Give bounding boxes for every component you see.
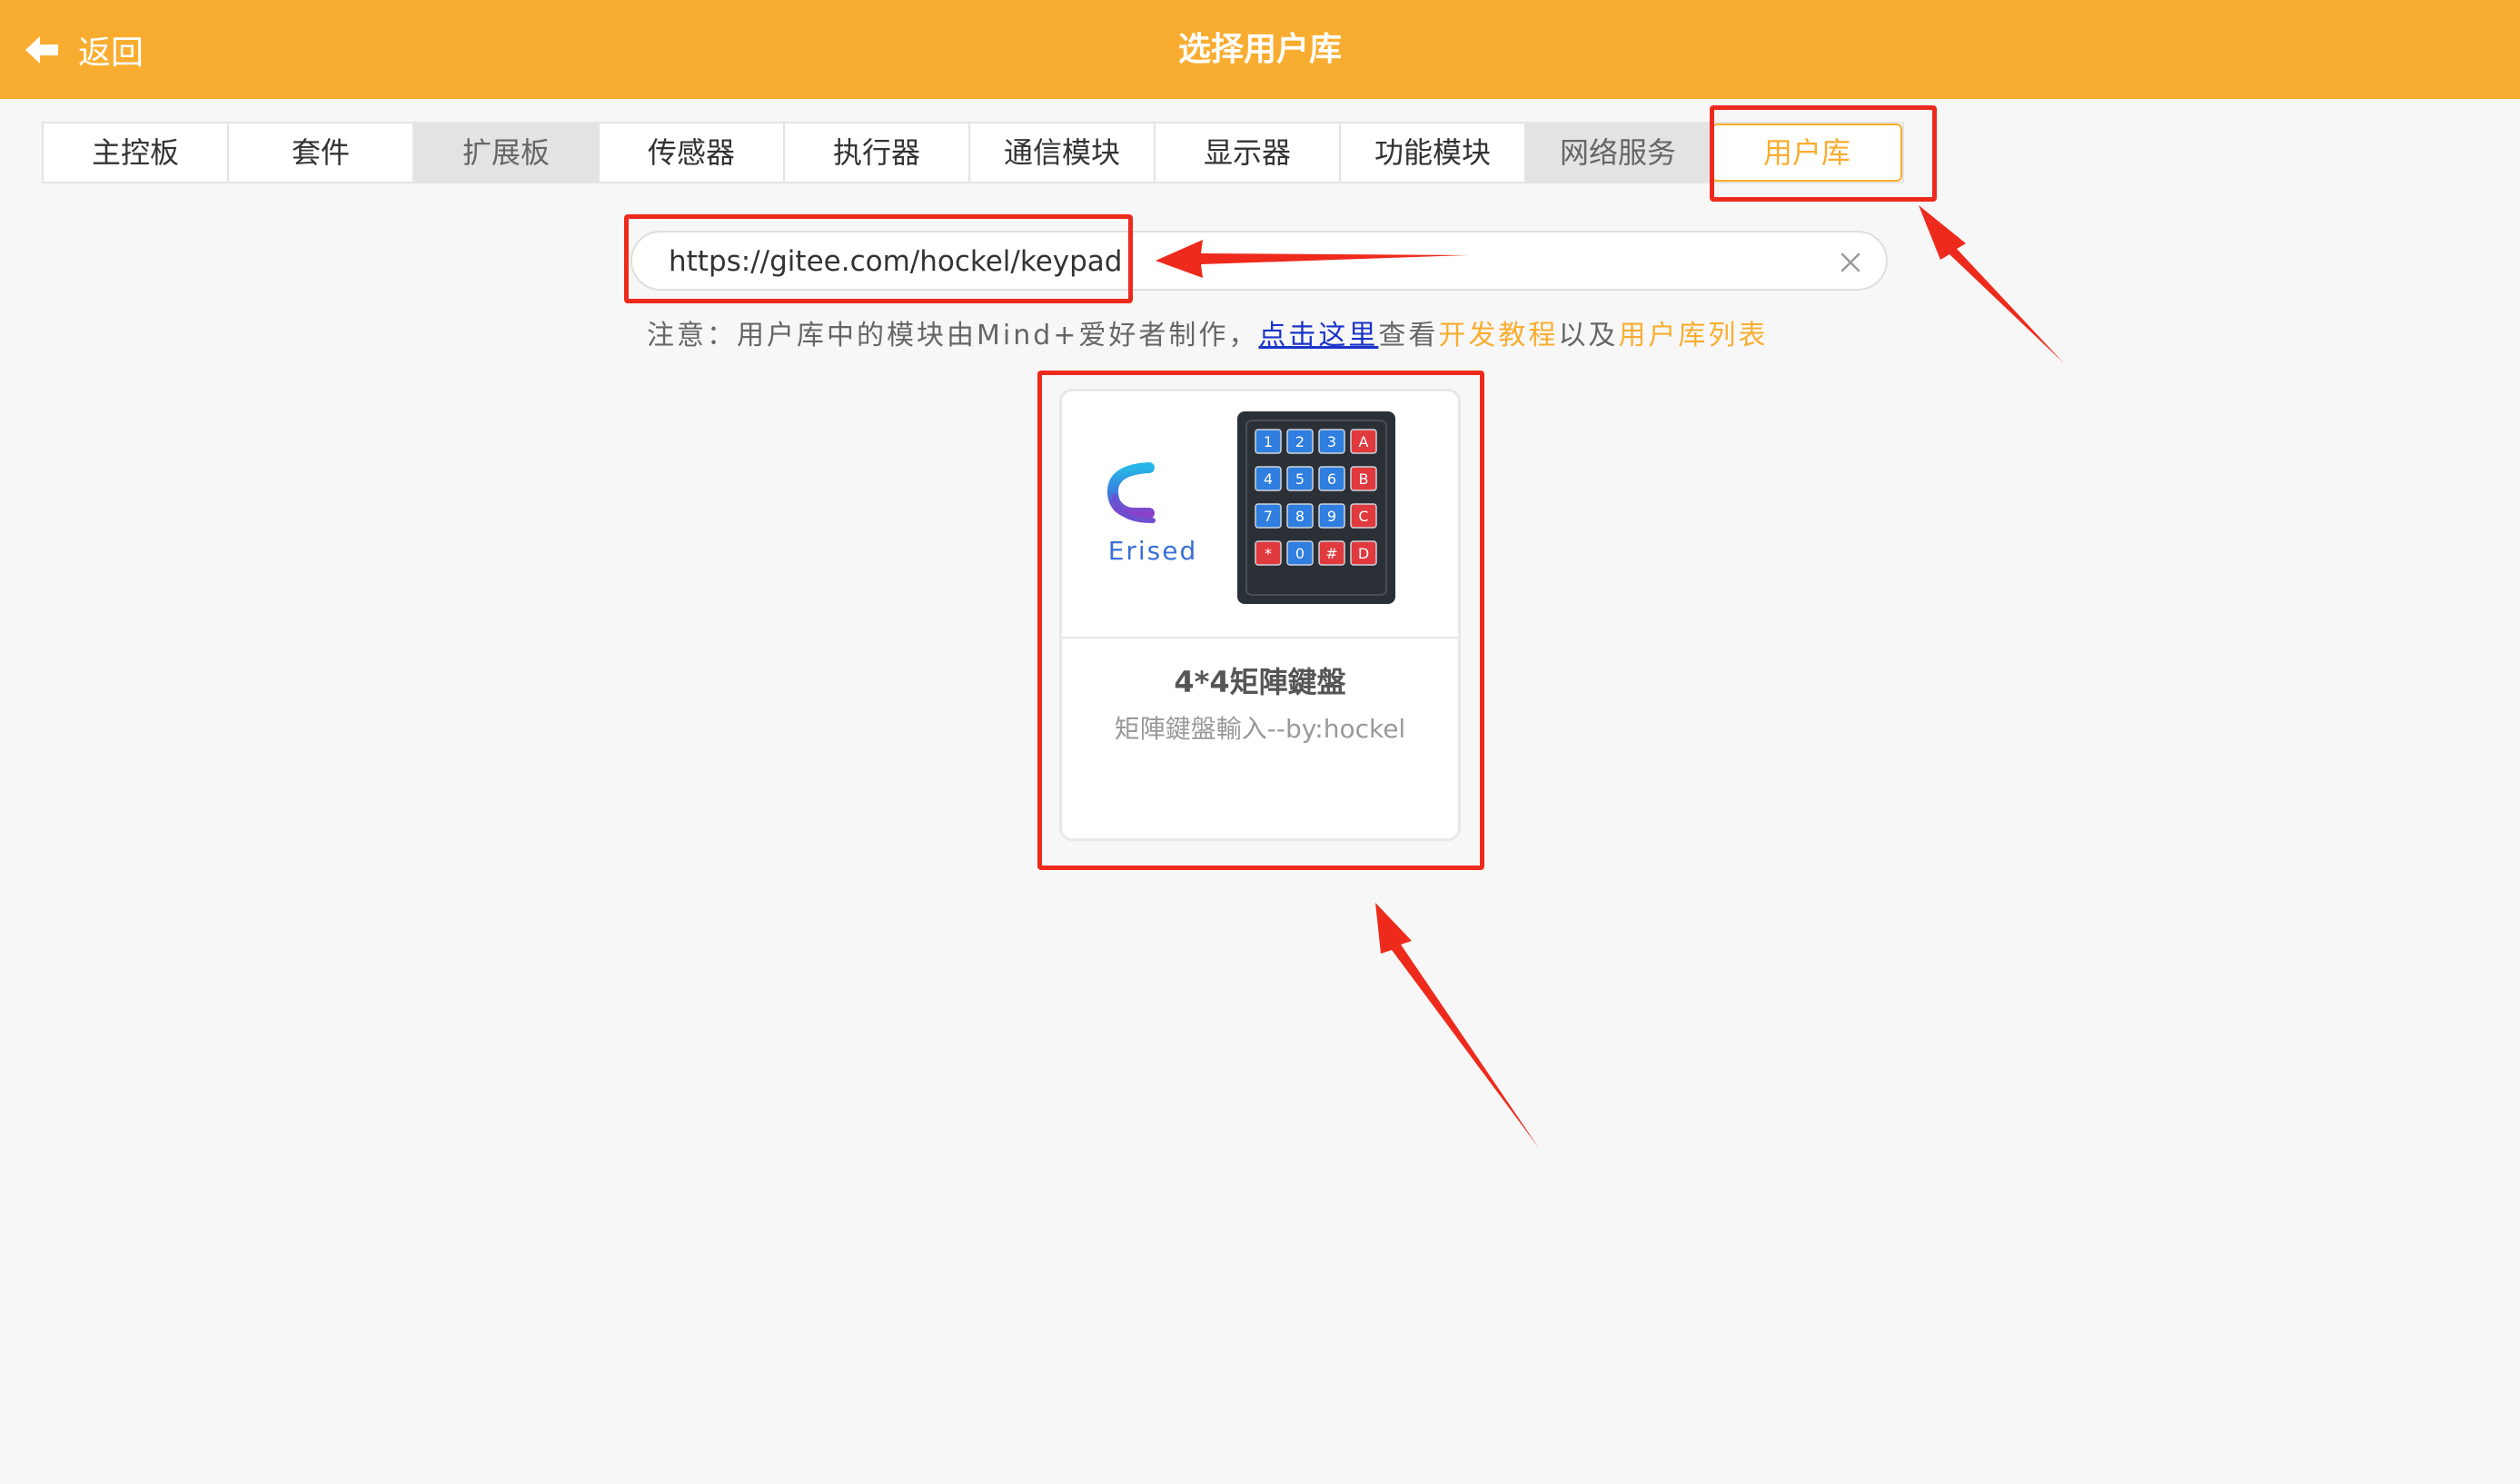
tab-main-board[interactable]: 主控板 (44, 124, 229, 182)
user-library-list-link[interactable]: 用户库列表 (1618, 320, 1768, 351)
notice-text: 注意：用户库中的模块由Mind+爱好者制作，点击这里查看开发教程以及用户库列表 (647, 312, 1768, 352)
annotation-box-search (624, 214, 1133, 303)
notice-and: 以及 (1558, 320, 1619, 351)
page-title: 选择用户库 (1177, 31, 1342, 68)
annotation-box-card (1037, 371, 1484, 870)
arrow-left-icon (25, 36, 58, 64)
close-icon[interactable] (1837, 249, 1864, 276)
tab-function-modules[interactable]: 功能模块 (1341, 124, 1526, 182)
notice-view: 查看 (1378, 320, 1439, 351)
dev-tutorial-link[interactable]: 开发教程 (1438, 320, 1558, 351)
title-bar: 选择用户库 返回 (0, 0, 2520, 99)
tab-displays[interactable]: 显示器 (1156, 124, 1341, 182)
tab-expansion-board[interactable]: 扩展板 (414, 124, 600, 182)
click-here-link[interactable]: 点击这里 (1258, 320, 1378, 351)
back-label: 返回 (78, 35, 144, 72)
annotation-arrow-card (1375, 903, 1539, 1148)
tab-kits[interactable]: 套件 (229, 124, 414, 182)
annotation-arrow-tab (1919, 205, 2064, 363)
annotation-box-tab (1710, 105, 1937, 202)
tab-communication[interactable]: 通信模块 (970, 124, 1156, 182)
back-button[interactable]: 返回 (24, 27, 144, 73)
tab-sensors[interactable]: 传感器 (600, 124, 785, 182)
tab-actuators[interactable]: 执行器 (785, 124, 970, 182)
notice-prefix: 注意：用户库中的模块由Mind+爱好者制作， (647, 320, 1259, 351)
category-tabs: 主控板 套件 扩展板 传感器 执行器 通信模块 显示器 功能模块 网络服务 用户… (42, 122, 1904, 183)
tab-network-services[interactable]: 网络服务 (1526, 124, 1711, 182)
